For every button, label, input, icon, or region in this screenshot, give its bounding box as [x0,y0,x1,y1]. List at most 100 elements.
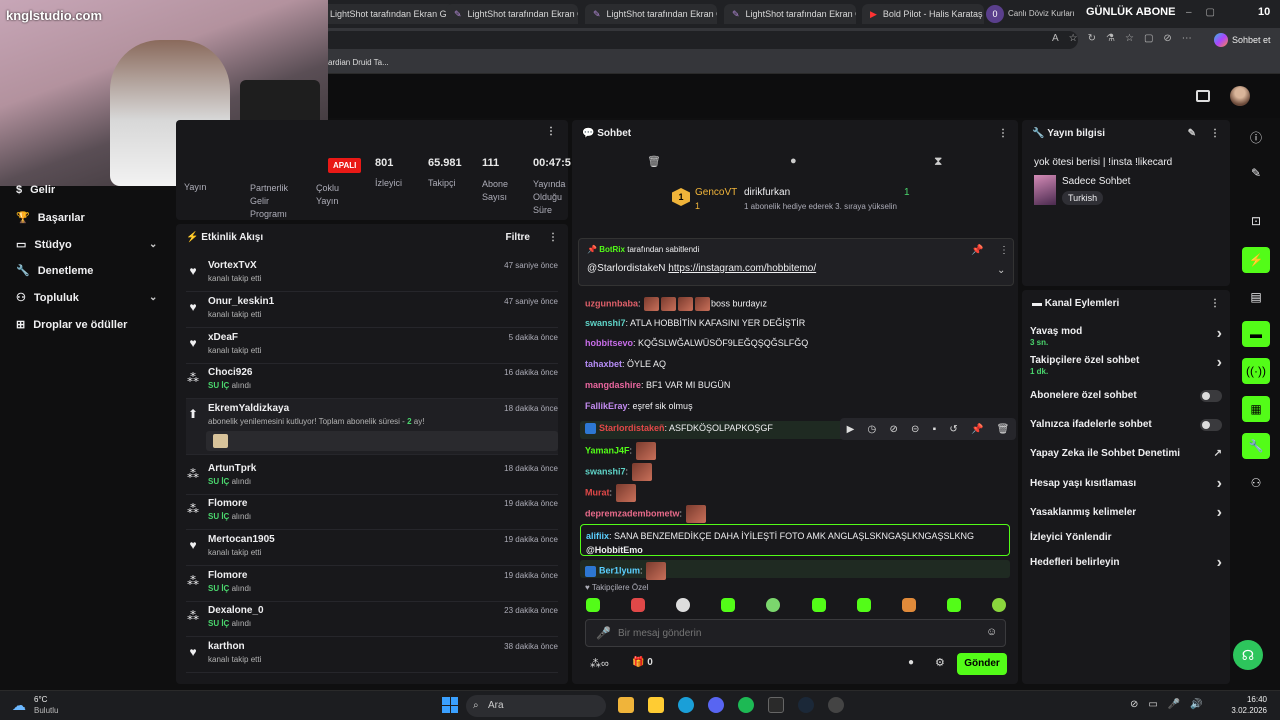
chat-username[interactable]: Murat [585,487,610,497]
weather-desc[interactable]: Bulutlu [34,706,58,715]
clock-time[interactable]: 16:40 [1219,695,1267,704]
clock-date[interactable]: 3.02.2026 [1219,706,1267,715]
chat-icon[interactable]: ● [790,155,797,167]
microphone-icon[interactable]: 🎤 [596,626,611,640]
chat-message[interactable]: alifiix: SANA BENZEMEDİKÇE DAHA İYİLEŞTİ… [580,524,1010,556]
chat-message[interactable]: YamanJ4F: [585,442,657,460]
activity-username[interactable]: EkremYaldizkaya [208,403,289,414]
copilot-button[interactable]: Sohbet et [1214,31,1274,49]
url-field[interactable] [322,31,1078,49]
dashboard-icon[interactable]: ▦ [1242,396,1270,422]
document-icon[interactable]: ▤ [1242,284,1270,310]
stream-info-menu-button[interactable]: ⋮ [1210,128,1220,139]
emote-icon[interactable] [631,598,646,612]
chat-username[interactable]: YamanJ4F [585,445,630,455]
link-icon[interactable]: ⊝ [911,424,919,435]
sidebar-item-gelir[interactable]: $ Gelir [16,184,55,196]
unpin-icon[interactable]: 📌 [971,245,983,256]
activity-item[interactable]: ⁂ Dexalone_0 SU İÇ alındı 23 dakika önce [186,601,558,637]
chat-mention[interactable]: @HobbitEmo [586,545,643,555]
folder-icon[interactable] [648,697,664,713]
currency-tab-label[interactable]: Canlı Döviz Kurları [1008,9,1075,18]
emote-icon[interactable] [586,598,600,612]
taskbar-search[interactable]: ⌕ Ara [466,695,606,717]
activity-item[interactable]: ⬆ EkremYaldizkaya abonelik yenilemesini ku… [186,399,558,455]
chat-username[interactable]: depremzadembometw [585,508,680,518]
focus-icon[interactable]: ⊡ [1242,208,1270,234]
chat-message[interactable]: Murat: [585,484,637,502]
activity-item[interactable]: ⁂ ArtunTprk SU İÇ alındı 18 dakika önce [186,459,558,495]
chat-username[interactable]: Starlordistakeñ [599,423,665,433]
activity-username[interactable]: karthon [208,641,245,652]
toolbar-icons[interactable]: A☆↻⚗☆▢⊘⋯ [1052,33,1202,44]
activity-item[interactable]: ♥ VortexTvX kanalı takip etti 47 saniye önc… [186,256,558,292]
chat-menu-button[interactable] [998,128,1008,139]
steam-icon[interactable] [798,697,814,713]
creator-studio-icon[interactable] [1196,90,1210,102]
send-button[interactable]: Gönder [957,653,1007,675]
chat-message[interactable]: hobbitsevo: KQĞSLWĞALWÜSÖF9LEĞQŞQĞSLFĞQ [585,338,808,348]
wrench-icon[interactable]: 🔧 [1242,433,1270,459]
activity-item[interactable]: ♥ Onur_keskin1 kanalı takip etti 47 saniye … [186,292,558,328]
pinned-link[interactable]: https://instagram.com/hobbitemo/ [668,263,816,274]
support-button[interactable]: ☊ [1233,640,1263,670]
edge-icon[interactable] [678,697,694,713]
chat-username[interactable]: Ber1lyum [599,565,640,575]
trash-icon[interactable]: 🗑 [997,424,1010,435]
activity-item[interactable]: ♥ xDeaF kanalı takip etti 5 dakika önce [186,328,558,364]
toggle-switch[interactable] [1200,390,1222,402]
chat-input[interactable] [618,624,968,642]
channel-action-item[interactable]: Yavaş mod 3 sn. › [1030,325,1222,347]
sidebar-item-studyo[interactable]: ▭ Stüdyo ⌄ [16,238,157,252]
chat-bubble-icon[interactable]: ● [908,657,914,668]
channel-action-item[interactable]: Hesap yaşı kısıtlaması › [1030,475,1222,492]
channel-action-item[interactable]: Abonelere özel sohbet [1030,390,1222,402]
channel-action-item[interactable]: İzleyici Yönlendir [1030,532,1222,543]
category-name[interactable]: Sadece Sohbet [1062,176,1130,187]
points-icon[interactable]: ⁂∞ [590,657,609,670]
spotify-icon[interactable] [738,697,754,713]
chat-message[interactable]: tahaxbet: ÖYLE AQ [585,359,666,369]
channel-action-item[interactable]: Yasaklanmış kelimeler › [1030,504,1222,521]
ban-icon[interactable]: ⊘ [889,424,897,435]
bolt-icon[interactable]: ⚡ [1242,247,1270,273]
windows-start-icon[interactable] [442,697,458,713]
activity-menu-button[interactable]: ⋮ [548,232,558,243]
timeout-icon[interactable]: ◷ [868,424,877,435]
bookmark-item[interactable]: ardian Druid Ta... [328,58,389,67]
activity-username[interactable]: Mertocan1905 [208,534,275,545]
chat-message[interactable]: Ber1lyum: [580,560,1010,580]
activity-username[interactable]: Flomore [208,570,247,581]
channel-action-item[interactable]: Yalnızca ifadelerle sohbet [1030,419,1222,431]
chat-message[interactable]: FallikEray: eşref sik olmuş [585,401,693,411]
browser-tab[interactable]: ▶ Bold Pilot - Halis Karataş | 1 [862,4,984,24]
activity-username[interactable]: Onur_keskin1 [208,296,274,307]
chat-username[interactable]: hobbitsevo [585,338,633,348]
broadcast-icon[interactable]: ((·)) [1242,358,1270,384]
activity-username[interactable]: Choci926 [208,367,252,378]
browser-tab[interactable]: LightShot tarafından Ekran G× [322,4,454,24]
emote-icon[interactable] [991,598,1006,612]
info-icon[interactable]: ⓘ [1242,124,1270,150]
channel-actions-menu-button[interactable] [1210,298,1220,309]
chat-message[interactable]: uzgunnbaba: boss burdayız [585,297,767,311]
window-controls[interactable]: –▢ [1186,7,1229,18]
channel-action-item[interactable]: Hedefleri belirleyin › [1030,554,1222,571]
stats-menu-button[interactable]: ⋮ [546,126,556,137]
emote-icon[interactable] [856,598,871,612]
emote-icon[interactable] [901,598,916,612]
activity-username[interactable]: ArtunTprk [208,463,256,474]
chat-username[interactable]: tahaxbet [585,359,622,369]
emote-icon[interactable] [721,598,736,612]
activity-username[interactable]: Flomore [208,498,247,509]
channel-action-item[interactable]: Yapay Zeka ile Sohbet Denetimi ↗ [1030,448,1222,459]
chat-message[interactable]: mangdashire: BF1 VAR MI BUGÜN [585,380,730,390]
activity-item[interactable]: ⁂ Flomore SU İÇ alındı 19 dakika önce [186,494,558,530]
channel-action-item[interactable]: Takipçilere özel sohbet 1 dk. › [1030,354,1222,376]
activity-username[interactable]: xDeaF [208,332,238,343]
activity-item[interactable]: ⁂ Choci926 SU İÇ alındı 16 dakika önce [186,363,558,399]
undo-icon[interactable]: ↺ [949,424,957,435]
top-gifter-name[interactable]: GencoVT [695,187,737,198]
sidebar-item-basarilar[interactable]: 🏆 Başarılar [16,211,85,225]
activity-username[interactable]: VortexTvX [208,260,257,271]
